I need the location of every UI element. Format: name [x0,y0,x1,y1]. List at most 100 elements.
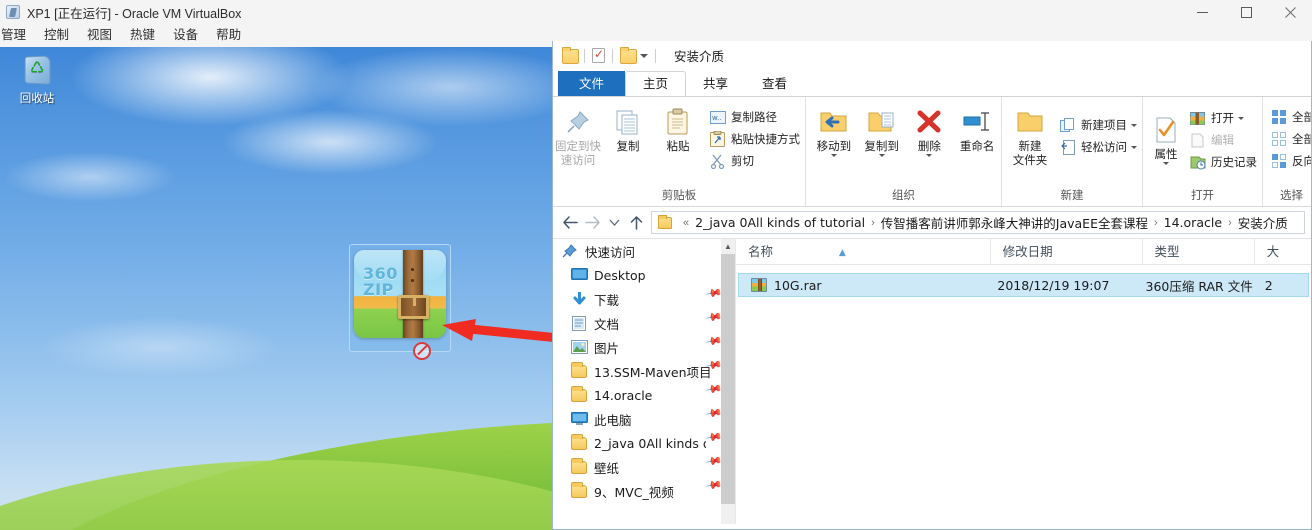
menu-item-control[interactable]: 控制 [35,24,78,47]
select-none-button[interactable]: 全部 [1267,128,1311,150]
column-header-modified[interactable]: 修改日期 [991,239,1143,265]
pin-to-quick-access-button[interactable]: 固定到快 速访问 [553,104,603,168]
history-button[interactable]: 历史记录 [1186,151,1262,173]
breadcrumb[interactable]: « 2_java 0All kinds of tutorial › 传智播客前讲… [651,211,1305,234]
history-label: 历史记录 [1211,155,1257,169]
chevron-down-icon-3[interactable] [926,154,933,157]
chevron-down-icon[interactable] [830,154,837,157]
nav-label-mvc-video: 9、MVC_视频 [594,484,674,500]
dragged-archive-item[interactable]: 360 ZIP [349,244,451,360]
move-to-button[interactable]: 移动到 [810,104,858,158]
up-button[interactable] [625,212,647,234]
ribbon-group-label-new: 新建 [1060,188,1084,202]
ribbon-tabstrip: 文件 主页 共享 查看 [553,71,1311,96]
nav-item-mvc-video[interactable]: 9、MVC_视频 [553,479,735,503]
qat-customize-caret-icon[interactable] [640,53,648,58]
breadcrumb-item-2[interactable]: 14.oracle [1164,215,1222,230]
new-folder-button[interactable]: 新建 文件夹 [1006,104,1054,168]
file-list-pane[interactable]: ▲ 名称 修改日期 类型 大 10G.rar 2018/12/19 19:07 … [736,239,1311,524]
forward-button[interactable] [581,212,603,234]
new-item-label: 新建项目 [1081,118,1127,132]
close-button[interactable] [1268,0,1312,24]
zip-icon-text-line2: ZIP [363,280,394,299]
table-row[interactable]: 10G.rar 2018/12/19 19:07 360压缩 RAR 文件 2 [738,273,1309,297]
documents-icon [570,315,588,331]
chevron-down-icon-2[interactable] [878,154,885,157]
menu-item-devices[interactable]: 设备 [164,24,207,47]
copy-to-button[interactable]: 复制到 [858,104,906,158]
breadcrumb-item-3[interactable]: 安装介质 [1238,213,1288,232]
copy-button[interactable]: 复制 [603,104,653,154]
edit-button[interactable]: 编辑 [1186,129,1262,151]
chevron-down-icon-4[interactable] [1131,123,1137,127]
nav-item-desktop[interactable]: Desktop [553,263,735,287]
rename-button[interactable]: 重命名 [953,104,1001,154]
star-pin-icon [561,243,579,259]
tab-file[interactable]: 文件 [558,71,626,96]
folder-icon-mvc [570,481,588,499]
nav-item-oracle[interactable]: 14.oracle [553,383,735,407]
column-header-type[interactable]: 类型 [1143,239,1255,265]
paste-shortcut-button[interactable]: 粘贴快捷方式 [706,128,805,150]
select-none-label: 全部 [1292,132,1311,146]
chevron-down-icon-6[interactable] [1163,162,1169,165]
tab-view[interactable]: 查看 [745,71,804,96]
desktop-icon-recycle-bin[interactable]: ♺ 回收站 [6,52,68,106]
menu-item-view[interactable]: 视图 [78,24,121,47]
column-header-size[interactable]: 大 [1255,239,1311,265]
qat-new-folder-icon[interactable] [620,47,637,64]
delete-button[interactable]: 删除 [906,104,954,158]
rar-file-icon [751,278,767,292]
nav-item-pictures[interactable]: 图片 [553,335,735,359]
menu-item-manage[interactable]: 管理 [0,24,35,47]
ribbon-group-label-organize: 组织 [892,188,915,202]
qat-properties-icon[interactable] [592,47,605,63]
chevron-down-icon-7[interactable] [1238,116,1244,120]
breadcrumb-chevron-1[interactable]: › [1154,217,1158,229]
new-folder-label-line2: 文件夹 [1012,153,1048,167]
nav-item-this-pc[interactable]: 此电脑 [553,407,735,431]
nav-pane-scrollbar[interactable]: ▲ [721,239,735,524]
nav-item-wallpaper[interactable]: 壁纸 [553,455,735,479]
breadcrumb-chevron-0[interactable]: › [871,217,875,229]
paste-shortcut-label: 粘贴快捷方式 [731,132,800,146]
copy-path-button[interactable]: w.. 复制路径 [706,106,805,128]
menu-item-help[interactable]: 帮助 [207,24,250,47]
maximize-button[interactable] [1224,0,1268,24]
nav-item-downloads[interactable]: 下载 [553,287,735,311]
back-button[interactable] [559,212,581,234]
select-all-label: 全部 [1292,110,1311,124]
tab-home[interactable]: 主页 [625,71,687,96]
file-explorer-window: 安装介质 文件 主页 共享 查看 [552,41,1312,530]
menu-item-hotkeys[interactable]: 热键 [121,24,164,47]
breadcrumb-chevron-2[interactable]: › [1228,217,1232,229]
scrollbar-thumb[interactable] [721,254,735,504]
easy-access-button[interactable]: 轻松访问 [1056,136,1142,158]
pin-label-line1: 固定到快 [555,139,601,153]
nav-item-documents[interactable]: 文档 [553,311,735,335]
nav-item-quick-access[interactable]: 快速访问 [553,239,735,263]
cut-button[interactable]: 剪切 [706,150,805,172]
properties-button[interactable]: 属性 [1147,104,1185,166]
select-small-commands: 全部 全部 [1267,104,1311,172]
minimize-button[interactable] [1180,0,1224,24]
select-all-button[interactable]: 全部 [1267,106,1311,128]
invert-selection-button[interactable]: 反向 [1267,150,1311,172]
recycle-bin-label: 回收站 [19,93,55,105]
column-header-name[interactable]: ▲ 名称 [736,239,991,265]
chevron-down-icon-5[interactable] [1131,145,1137,149]
new-item-button[interactable]: 新建项目 [1056,114,1142,136]
file-list-header: ▲ 名称 修改日期 类型 大 [736,239,1311,265]
breadcrumb-item-0[interactable]: 2_java 0All kinds of tutorial [695,215,865,230]
breadcrumb-overflow[interactable]: « [683,217,689,229]
paste-button[interactable]: 粘贴 [653,104,703,154]
explorer-titlebar: 安装介质 [553,41,1311,71]
open-button[interactable]: 打开 [1186,107,1262,129]
scroll-up-icon[interactable]: ▲ [721,239,735,254]
qat-folder-icon[interactable] [562,47,579,64]
recent-locations-button[interactable] [603,212,625,234]
breadcrumb-item-1[interactable]: 传智播客前讲师郭永峰大神讲的JavaEE全套课程 [881,213,1148,232]
tab-share[interactable]: 共享 [686,71,745,96]
nav-item-ssm-maven[interactable]: 13.SSM-Maven项目 [553,359,735,383]
nav-item-java-tutorial[interactable]: 2_java 0All kinds of t [553,431,735,455]
